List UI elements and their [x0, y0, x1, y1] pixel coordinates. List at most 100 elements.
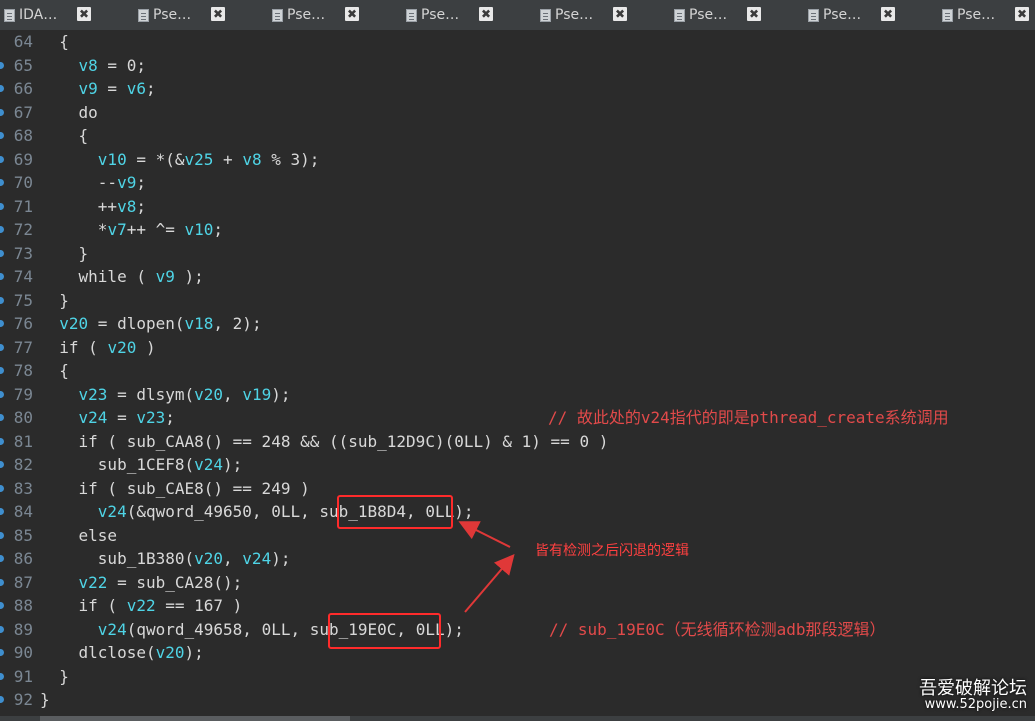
tab-3[interactable]: Pse… ✖: [268, 0, 402, 30]
breakpoint-dot-icon[interactable]: [0, 273, 4, 280]
breakpoint-dot-icon[interactable]: [0, 414, 4, 421]
breakpoint-dot-icon[interactable]: [0, 555, 4, 562]
breakpoint-dot-icon[interactable]: [0, 508, 4, 515]
code-line[interactable]: 76 v20 = dlopen(v18, 2);: [0, 312, 1035, 336]
breakpoint-dot-icon[interactable]: [0, 649, 4, 656]
scrollbar-thumb[interactable]: [40, 716, 350, 721]
breakpoint-dot-icon[interactable]: [0, 249, 4, 257]
code-line[interactable]: 91 }: [0, 665, 1035, 689]
tab-8[interactable]: Pse… ✖: [938, 0, 1035, 30]
breakpoint-dot-icon[interactable]: [0, 367, 4, 374]
code-text: v10 = *(&v25 + v8 % 3);: [40, 148, 320, 172]
breakpoint-dot-icon[interactable]: [0, 696, 4, 703]
line-number: 83: [13, 478, 33, 498]
close-tab-button[interactable]: ✖: [881, 7, 895, 21]
breakpoint-dot-icon[interactable]: [0, 484, 4, 492]
code-line[interactable]: 78 {: [0, 359, 1035, 383]
code-text: sub_1B380(v20, v24);: [40, 547, 291, 571]
tab-2[interactable]: Pse… ✖: [134, 0, 268, 30]
breakpoint-dot-icon[interactable]: [0, 61, 4, 69]
tab-6[interactable]: Pse… ✖: [670, 0, 804, 30]
code-line[interactable]: 67 do: [0, 101, 1035, 125]
code-line[interactable]: 69 v10 = *(&v25 + v8 % 3);: [0, 148, 1035, 172]
code-line[interactable]: 66 v9 = v6;: [0, 77, 1035, 101]
code-line[interactable]: 82 sub_1CEF8(v24);: [0, 453, 1035, 477]
close-tab-button[interactable]: ✖: [77, 7, 91, 21]
highlight-box-sub-19e0c: [328, 613, 441, 649]
tab-label: Pse…: [555, 7, 594, 23]
breakpoint-dot-icon[interactable]: [0, 531, 4, 539]
breakpoint-dot-icon[interactable]: [0, 296, 4, 304]
breakpoint-dot-icon[interactable]: [0, 578, 4, 586]
code-line[interactable]: 80 v24 = v23; // 故此处的v24指代的即是pthread_crea…: [0, 406, 1035, 430]
breakpoint-dot-icon[interactable]: [0, 108, 4, 116]
code-text: --v9;: [40, 171, 146, 195]
close-tab-button[interactable]: ✖: [613, 7, 627, 21]
code-line[interactable]: 77 if ( v20 ): [0, 336, 1035, 360]
document-icon: [942, 8, 953, 22]
code-line[interactable]: 87 v22 = sub_CA28();: [0, 571, 1035, 595]
breakpoint-dot-icon[interactable]: [0, 320, 4, 327]
code-token: = dlopen(: [88, 314, 185, 333]
close-tab-button[interactable]: ✖: [345, 7, 359, 21]
close-tab-button[interactable]: ✖: [1015, 7, 1029, 21]
breakpoint-dot-icon[interactable]: [0, 155, 4, 163]
code-token: +: [213, 149, 243, 169]
tab-4[interactable]: Pse… ✖: [402, 0, 536, 30]
code-token: }: [78, 243, 89, 263]
code-token: );: [184, 643, 204, 662]
tab-7[interactable]: Pse… ✖: [804, 0, 938, 30]
breakpoint-dot-icon[interactable]: [0, 602, 4, 609]
code-line[interactable]: 81 if ( sub_CAA8() == 248 && ((sub_12D9C…: [0, 430, 1035, 454]
code-line[interactable]: 92}: [0, 688, 1035, 712]
code-line[interactable]: 89 v24(qword_49658, 0LL, sub_19E0C, 0LL)…: [0, 618, 1035, 642]
breakpoint-dot-icon[interactable]: [0, 390, 4, 398]
breakpoint-dot-icon[interactable]: [0, 85, 4, 92]
tab-5[interactable]: Pse… ✖: [536, 0, 670, 30]
code-line[interactable]: 85 else: [0, 524, 1035, 548]
code-token: ;: [165, 408, 175, 427]
breakpoint-dot-icon[interactable]: [0, 226, 4, 233]
breakpoint-dot-icon[interactable]: [0, 672, 4, 680]
breakpoint-dot-icon[interactable]: [0, 437, 4, 445]
code-line[interactable]: 71 ++v8;: [0, 195, 1035, 219]
code-line[interactable]: 65 v8 = 0;: [0, 54, 1035, 78]
code-line[interactable]: 86 sub_1B380(v20, v24);: [0, 547, 1035, 571]
breakpoint-dot-icon[interactable]: [0, 202, 4, 210]
code-line[interactable]: 70 --v9;: [0, 171, 1035, 195]
code-line[interactable]: 68 {: [0, 124, 1035, 148]
code-line[interactable]: 90 dlclose(v20);: [0, 641, 1035, 665]
code-line[interactable]: 84 v24(&qword_49650, 0LL, sub_1B8D4, 0LL…: [0, 500, 1035, 524]
breakpoint-dot-icon[interactable]: [0, 343, 4, 351]
breakpoint-dot-icon[interactable]: [0, 461, 4, 468]
code-token: sub_1CEF8(: [97, 455, 195, 474]
close-tab-button[interactable]: ✖: [747, 7, 761, 21]
breakpoint-dot-icon[interactable]: [0, 625, 4, 633]
close-tab-button[interactable]: ✖: [211, 7, 225, 21]
breakpoint-dot-icon[interactable]: [0, 132, 4, 139]
code-line[interactable]: 75 }: [0, 289, 1035, 313]
variable-token: v20: [194, 549, 224, 568]
tab-label: Pse…: [421, 7, 460, 23]
code-text: }: [40, 289, 69, 313]
code-line[interactable]: 88 if ( v22 == 167 ): [0, 594, 1035, 618]
code-line[interactable]: 64 {: [0, 30, 1035, 54]
breakpoint-dot-icon[interactable]: [0, 179, 4, 186]
code-line[interactable]: 79 v23 = dlsym(v20, v19);: [0, 383, 1035, 407]
variable-token: v18: [184, 314, 214, 333]
close-tab-button[interactable]: ✖: [479, 7, 493, 21]
tab-1[interactable]: IDA… ✖: [0, 0, 134, 30]
code-line[interactable]: 74 while ( v9 );: [0, 265, 1035, 289]
code-line[interactable]: 72 *v7++ ^= v10;: [0, 218, 1035, 242]
code-line[interactable]: 83 if ( sub_CAE8() == 249 ): [0, 477, 1035, 501]
pseudocode-view[interactable]: 64 {65 v8 = 0; 66 v9 = v6; 67 do 68 {69 v10…: [0, 30, 1035, 716]
code-line[interactable]: 73 }: [0, 242, 1035, 266]
